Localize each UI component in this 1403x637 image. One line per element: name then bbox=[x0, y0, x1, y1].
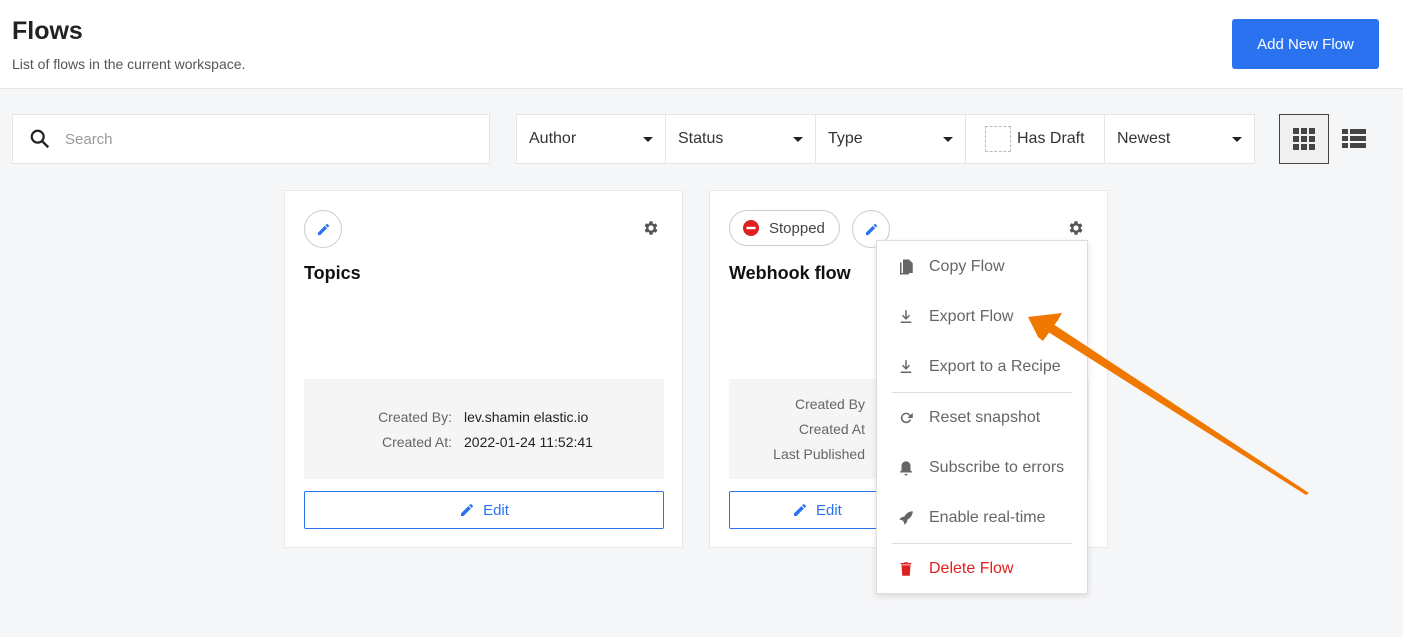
author-filter-label: Author bbox=[529, 130, 577, 147]
created-at-label: Created At: bbox=[381, 434, 452, 450]
type-filter[interactable]: Type bbox=[816, 115, 966, 163]
annotation-arrow bbox=[1028, 313, 1309, 495]
menu-item-copy-flow[interactable]: Copy Flow bbox=[877, 242, 1087, 292]
sort-select[interactable]: Newest bbox=[1105, 115, 1254, 163]
checkbox-icon bbox=[985, 126, 1011, 152]
search-box bbox=[12, 114, 490, 164]
chevron-down-icon bbox=[793, 136, 803, 142]
author-filter[interactable]: Author bbox=[517, 115, 666, 163]
edit-label: Edit bbox=[483, 501, 509, 519]
sort-label: Newest bbox=[1117, 130, 1171, 147]
menu-item-label: Copy Flow bbox=[929, 258, 1005, 275]
chevron-down-icon bbox=[1232, 136, 1242, 142]
menu-item-enable-realtime[interactable]: Enable real-time bbox=[877, 493, 1087, 543]
search-input[interactable] bbox=[65, 130, 445, 148]
list-icon bbox=[1342, 129, 1366, 148]
page-title: Flows bbox=[12, 17, 83, 45]
pencil-icon bbox=[317, 223, 329, 235]
pencil-icon bbox=[461, 503, 474, 516]
menu-item-label: Subscribe to errors bbox=[929, 459, 1065, 476]
status-filter[interactable]: Status bbox=[666, 115, 816, 163]
edit-button[interactable]: Edit bbox=[729, 491, 879, 529]
edit-button[interactable]: Edit bbox=[304, 491, 664, 529]
has-draft-label: Has Draft bbox=[1017, 130, 1085, 147]
menu-item-label: Export to a Recipe bbox=[929, 358, 1061, 375]
status-badge: Stopped bbox=[729, 210, 840, 246]
stop-icon bbox=[743, 220, 759, 236]
menu-item-label: Export Flow bbox=[929, 308, 1014, 325]
rocket-icon bbox=[899, 511, 913, 525]
menu-item-label: Delete Flow bbox=[929, 560, 1014, 577]
page-subtitle: List of flows in the current workspace. bbox=[12, 56, 246, 72]
menu-item-reset-snapshot[interactable]: Reset snapshot bbox=[877, 393, 1087, 443]
bell-icon bbox=[900, 461, 912, 476]
download-icon bbox=[900, 310, 912, 323]
trash-icon bbox=[900, 562, 912, 576]
flow-title: Topics bbox=[304, 263, 361, 283]
created-at-value: 2022-01-24 11:52:41 bbox=[464, 434, 593, 450]
pencil-icon bbox=[794, 503, 806, 516]
flow-meta: Created By: lev.shamin elastic.io Created… bbox=[304, 379, 664, 479]
menu-item-subscribe-errors[interactable]: Subscribe to errors bbox=[877, 443, 1087, 493]
page-header: Flows List of flows in the current works… bbox=[0, 0, 1403, 89]
grid-view-button[interactable] bbox=[1279, 114, 1329, 164]
add-new-flow-button[interactable]: Add New Flow bbox=[1232, 19, 1379, 69]
menu-item-delete-flow[interactable]: Delete Flow bbox=[877, 544, 1087, 594]
gear-icon[interactable] bbox=[642, 219, 660, 237]
pencil-icon bbox=[865, 223, 877, 235]
created-by-value: lev.shamin elastic.io bbox=[464, 409, 589, 425]
refresh-icon bbox=[900, 412, 913, 424]
copy-icon bbox=[900, 259, 913, 275]
grid-icon bbox=[1293, 128, 1315, 150]
edit-label: Edit bbox=[816, 501, 842, 519]
menu-item-export-flow[interactable]: Export Flow bbox=[877, 292, 1087, 342]
chevron-down-icon bbox=[643, 136, 653, 142]
menu-item-label: Enable real-time bbox=[929, 509, 1046, 526]
flow-card: Topics Created By: lev.shamin elastic.io … bbox=[284, 190, 683, 548]
created-by-label: Created By: bbox=[378, 409, 452, 425]
flow-title: Webhook flow bbox=[729, 263, 851, 283]
has-draft-checkbox[interactable]: Has Draft bbox=[966, 115, 1105, 163]
status-filter-label: Status bbox=[678, 130, 724, 147]
type-filter-label: Type bbox=[828, 130, 863, 147]
filter-bar: Author Status Type Has Draft Newest bbox=[516, 114, 1255, 164]
flow-actions-menu: Copy Flow Export Flow Export to a Recipe… bbox=[876, 240, 1088, 594]
list-view-button[interactable] bbox=[1329, 114, 1379, 164]
created-by-label: Created By bbox=[794, 396, 865, 412]
rename-button[interactable] bbox=[304, 210, 342, 248]
download-icon bbox=[900, 360, 912, 373]
created-at-label: Created At bbox=[798, 421, 865, 437]
search-icon bbox=[30, 129, 50, 149]
gear-icon[interactable] bbox=[1067, 219, 1085, 237]
menu-item-export-recipe[interactable]: Export to a Recipe bbox=[877, 342, 1087, 392]
menu-item-label: Reset snapshot bbox=[929, 409, 1041, 426]
last-published-label: Last Published bbox=[773, 446, 865, 462]
chevron-down-icon bbox=[943, 136, 953, 142]
status-label: Stopped bbox=[769, 219, 825, 237]
